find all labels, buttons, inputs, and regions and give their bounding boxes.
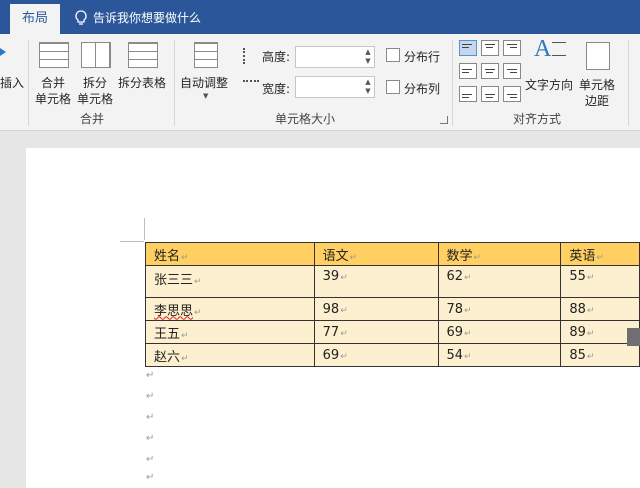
table-cell[interactable]: 王五↵ bbox=[145, 320, 315, 344]
text-direction-icon: A bbox=[534, 36, 552, 62]
cell-margins-label-1: 单元格 bbox=[579, 78, 616, 92]
width-input[interactable]: ▲ ▼ bbox=[295, 76, 375, 98]
align-top-right-icon[interactable] bbox=[503, 40, 521, 56]
group-separator bbox=[28, 40, 29, 126]
tab-layout[interactable]: 布局 bbox=[10, 4, 60, 34]
width-down-arrow[interactable]: ▼ bbox=[364, 87, 372, 95]
cell-margins-label-2: 边距 bbox=[585, 94, 610, 108]
ribbon: 插入 合并 单元格 拆分 单元格 拆分表格 合并 自动调整 ▼ 高度: ▲ ▼ … bbox=[0, 34, 640, 131]
align-middle-right-icon[interactable] bbox=[503, 63, 521, 79]
lightbulb-icon bbox=[75, 10, 87, 25]
paragraph-mark-icon: ↵ bbox=[146, 433, 155, 444]
crop-mark bbox=[144, 218, 145, 240]
split-cells-button[interactable]: 拆分 单元格 bbox=[76, 40, 116, 106]
paragraph-mark-icon: ↵ bbox=[146, 412, 155, 423]
table-cell[interactable]: 李思思↵ bbox=[145, 297, 315, 321]
group-separator bbox=[174, 40, 175, 126]
table-cell[interactable]: 69↵ bbox=[313, 343, 439, 367]
distribute-cols-label: 分布列 bbox=[404, 82, 441, 96]
group-separator bbox=[628, 40, 629, 126]
table-cell[interactable]: 张三三↵ bbox=[145, 265, 315, 298]
table-move-handle[interactable] bbox=[627, 328, 640, 346]
autofit-button[interactable]: 自动调整 ▼ bbox=[180, 40, 232, 106]
insert-right-button[interactable]: 插入 bbox=[0, 74, 24, 91]
paragraph-mark-icon: ↵ bbox=[146, 472, 155, 483]
split-cells-label-2: 单元格 bbox=[77, 92, 114, 106]
table-cell[interactable]: 85↵ bbox=[560, 343, 640, 367]
column-width-icon bbox=[243, 80, 259, 96]
align-middle-center-icon[interactable] bbox=[481, 63, 499, 79]
paragraph-mark-icon: ↵ bbox=[146, 391, 155, 402]
height-label: 高度: bbox=[262, 50, 291, 64]
split-table-button[interactable]: 拆分表格 bbox=[118, 40, 170, 106]
group-separator bbox=[452, 40, 453, 126]
distribute-rows-icon bbox=[386, 48, 400, 62]
merge-cells-label-1: 合并 bbox=[41, 76, 66, 90]
distribute-rows-button[interactable]: 分布行 bbox=[386, 46, 446, 66]
text-direction-button[interactable]: A 文字方向 bbox=[524, 36, 576, 96]
table-cell[interactable]: 69↵ bbox=[437, 320, 562, 344]
split-table-icon bbox=[128, 42, 158, 68]
align-top-left-icon[interactable] bbox=[459, 40, 477, 56]
table-row: 李思思↵ 98↵ 78↵ 88↵ bbox=[145, 297, 640, 321]
paragraph-mark-icon: ↵ bbox=[146, 454, 155, 465]
split-cells-icon bbox=[81, 42, 111, 68]
table-cell[interactable]: 98↵ bbox=[313, 297, 439, 321]
merge-cells-button[interactable]: 合并 单元格 bbox=[34, 40, 74, 106]
text-direction-label: 文字方向 bbox=[525, 78, 574, 92]
group-alignment-label: 对齐方式 bbox=[513, 112, 562, 126]
table-cell[interactable]: 54↵ bbox=[437, 343, 562, 367]
width-up-arrow[interactable]: ▲ bbox=[364, 78, 372, 86]
table-row: 王五↵ 77↵ 69↵ 89↵ bbox=[145, 320, 640, 344]
tell-me-search[interactable]: 告诉我你想要做什么 bbox=[74, 4, 201, 32]
distribute-cols-icon bbox=[386, 80, 400, 94]
insert-right-icon bbox=[0, 44, 8, 60]
row-height-icon bbox=[243, 48, 259, 64]
autofit-label: 自动调整 bbox=[180, 76, 229, 90]
table-header-row: 姓名↵ 语文↵ 数学↵ 英语↵ bbox=[145, 242, 640, 266]
width-label: 宽度: bbox=[262, 82, 291, 96]
header-cell[interactable]: 语文↵ bbox=[313, 242, 439, 266]
align-bottom-center-icon[interactable] bbox=[481, 86, 499, 102]
group-cell-size-label: 单元格大小 bbox=[275, 112, 336, 126]
align-bottom-right-icon[interactable] bbox=[503, 86, 521, 102]
align-top-center-icon[interactable] bbox=[481, 40, 499, 56]
autofit-icon bbox=[194, 42, 218, 68]
text-direction-arrows bbox=[552, 42, 566, 56]
cell-margins-button[interactable]: 单元格 边距 bbox=[578, 40, 622, 108]
merge-cells-label-2: 单元格 bbox=[35, 92, 72, 106]
table-cell[interactable]: 55↵ bbox=[560, 265, 640, 298]
header-cell[interactable]: 数学↵ bbox=[437, 242, 562, 266]
table-row: 张三三↵ 39↵ 62↵ 55↵ bbox=[145, 265, 640, 298]
table-row: 赵六↵ 69↵ 54↵ 85↵ bbox=[145, 343, 640, 367]
height-input[interactable]: ▲ ▼ bbox=[295, 46, 375, 68]
dialog-launcher-icon[interactable] bbox=[440, 116, 448, 124]
paragraph-mark-icon: ↵ bbox=[146, 370, 155, 381]
height-down-arrow[interactable]: ▼ bbox=[364, 57, 372, 65]
split-cells-label-1: 拆分 bbox=[83, 76, 108, 90]
split-table-label: 拆分表格 bbox=[118, 76, 167, 90]
score-table[interactable]: 姓名↵ 语文↵ 数学↵ 英语↵ 张三三↵ 39↵ 62↵ 55↵ 李思思↵ 98… bbox=[145, 242, 640, 367]
header-cell[interactable]: 英语↵ bbox=[560, 242, 640, 266]
tell-me-text: 告诉我你想要做什么 bbox=[93, 11, 202, 25]
align-middle-left-icon[interactable] bbox=[459, 63, 477, 79]
distribute-cols-button[interactable]: 分布列 bbox=[386, 78, 446, 98]
group-merge-label: 合并 bbox=[80, 112, 105, 126]
header-cell[interactable]: 姓名↵ bbox=[145, 242, 315, 266]
table-cell[interactable]: 88↵ bbox=[560, 297, 640, 321]
cell-margins-icon bbox=[586, 42, 610, 70]
chevron-down-icon: ▼ bbox=[203, 92, 209, 100]
table-cell[interactable]: 78↵ bbox=[437, 297, 562, 321]
align-bottom-left-icon[interactable] bbox=[459, 86, 477, 102]
table-cell[interactable]: 77↵ bbox=[313, 320, 439, 344]
crop-mark bbox=[120, 241, 144, 242]
height-up-arrow[interactable]: ▲ bbox=[364, 48, 372, 56]
table-cell[interactable]: 赵六↵ bbox=[145, 343, 315, 367]
distribute-rows-label: 分布行 bbox=[404, 50, 441, 64]
merge-cells-icon bbox=[39, 42, 69, 68]
table-cell[interactable]: 39↵ bbox=[313, 265, 439, 298]
table-cell[interactable]: 62↵ bbox=[437, 265, 562, 298]
